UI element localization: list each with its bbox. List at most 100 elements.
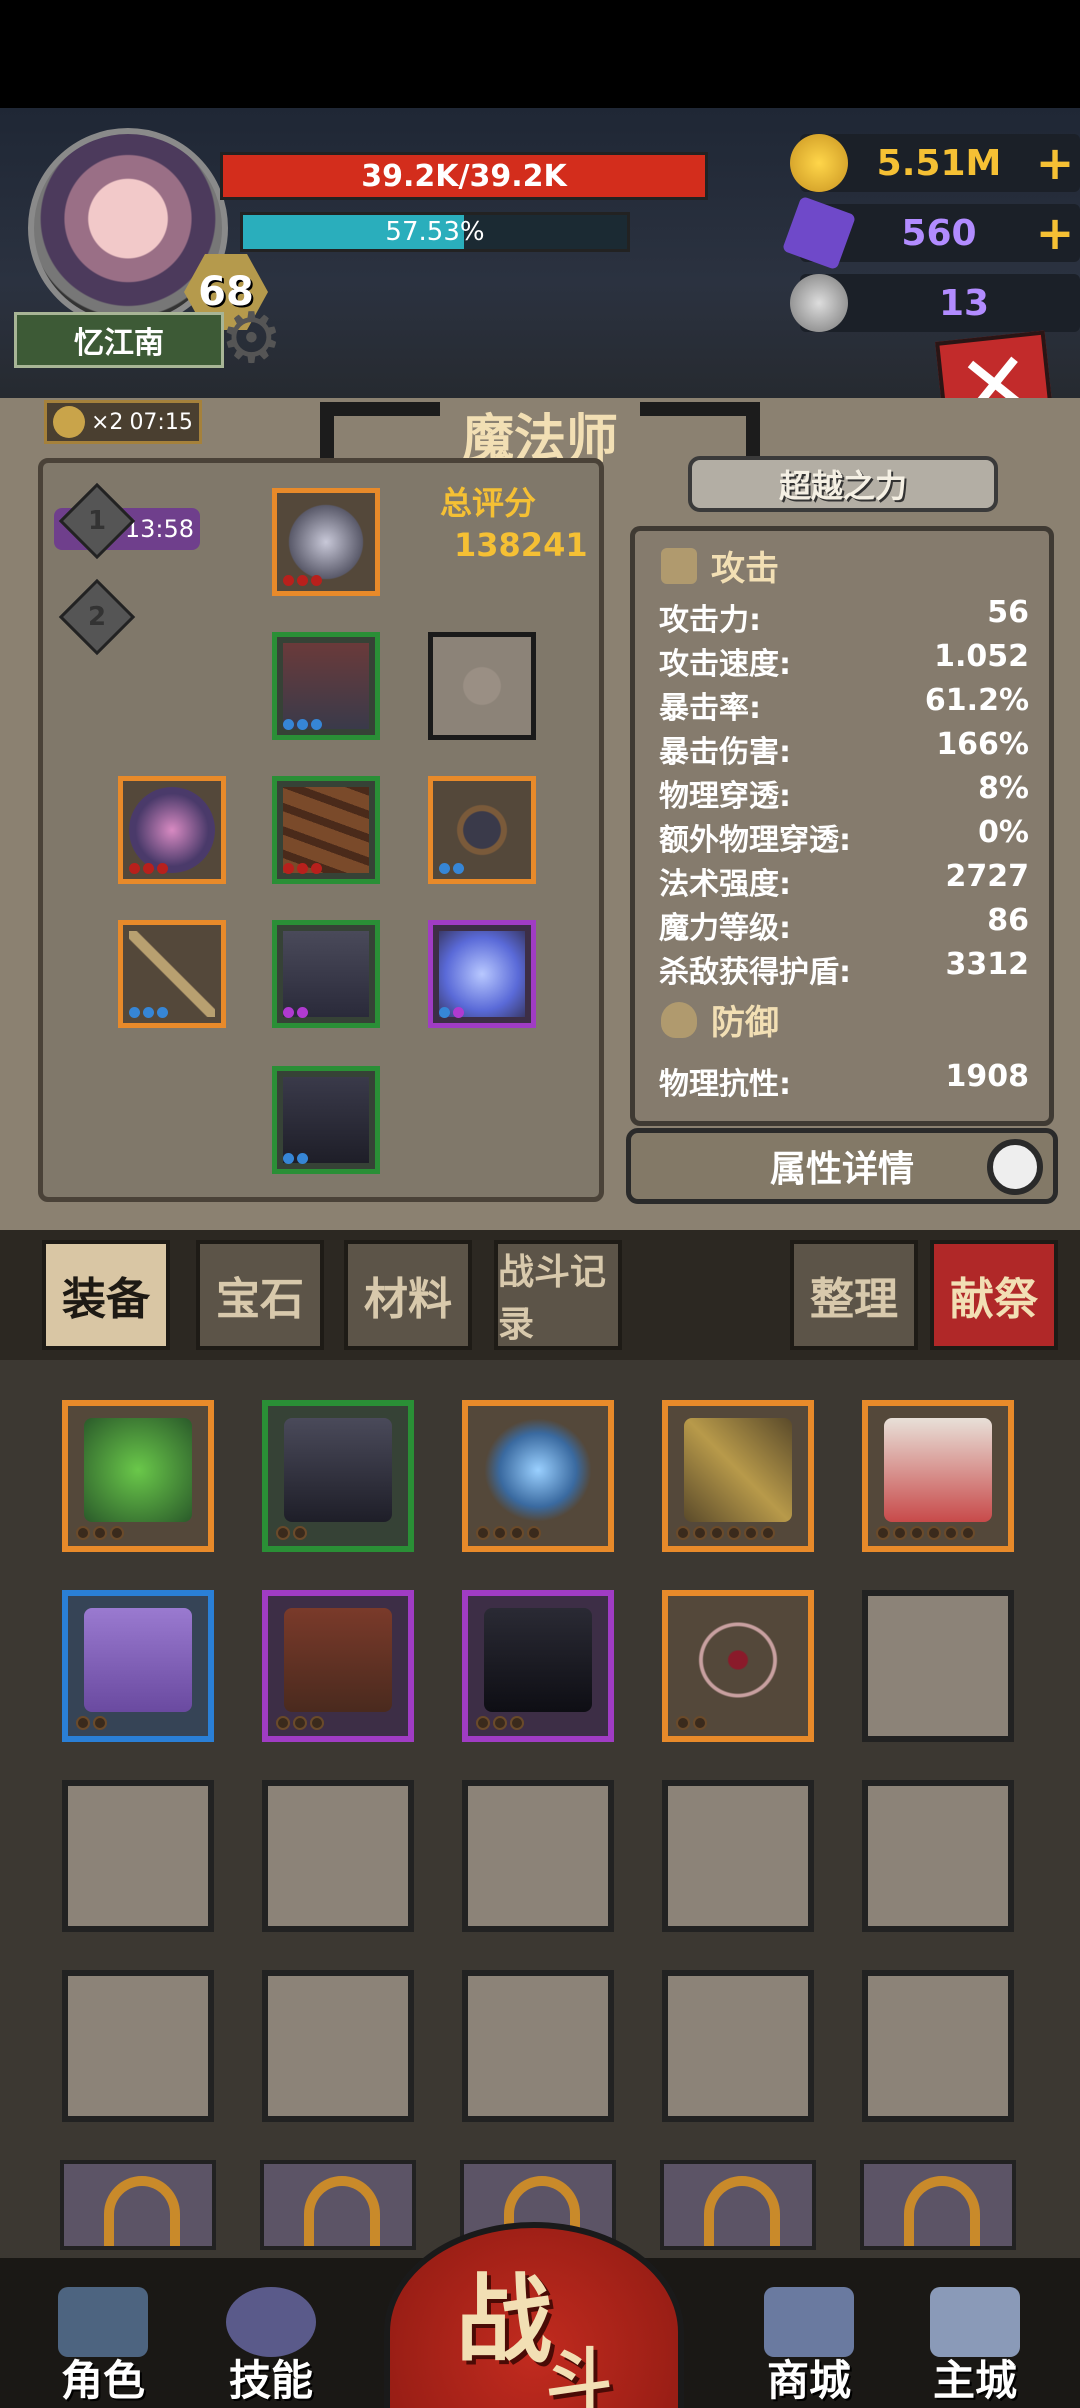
inventory-item[interactable]	[662, 1590, 814, 1742]
stat-row: 攻击速度: 1.052	[659, 639, 1029, 682]
empty-inventory-slot[interactable]	[462, 1970, 614, 2122]
empty-inventory-slot[interactable]	[862, 1970, 1014, 2122]
stat-row: 额外物理穿透: 0%	[659, 815, 1029, 858]
nav-character[interactable]: 角色	[28, 2278, 178, 2408]
equip-slot-belt[interactable]	[272, 776, 380, 884]
serpent-staff-icon	[684, 1418, 792, 1522]
padlock-icon	[904, 2176, 980, 2246]
equip-slot-necklace[interactable]	[428, 776, 536, 884]
sort-button[interactable]: 整理	[790, 1240, 918, 1350]
leg-armor-icon	[283, 931, 369, 1017]
empty-inventory-slot[interactable]	[662, 1970, 814, 2122]
equip-slot-empty[interactable]	[428, 632, 536, 740]
tab-battle-log[interactable]: 战斗记录	[494, 1240, 622, 1350]
mp-bar-text: 57.53%	[385, 217, 485, 247]
stat-row: 攻击力: 56	[659, 595, 1029, 638]
scroll-icon	[84, 1608, 192, 1712]
boots-icon	[284, 1418, 392, 1522]
buff-icon	[53, 406, 85, 438]
gold-coin-icon	[790, 134, 848, 192]
attack-section-title: 攻击	[661, 541, 779, 590]
shield-icon	[129, 787, 215, 873]
spellbook-icon	[84, 1418, 192, 1522]
empty-inventory-slot[interactable]	[262, 1970, 414, 2122]
empty-inventory-slot[interactable]	[862, 1590, 1014, 1742]
player-name: 忆江南	[14, 312, 224, 368]
equip-slot-boots[interactable]	[272, 1066, 380, 1174]
ram-skull-icon	[790, 274, 848, 332]
key-value: 13	[938, 282, 990, 324]
status-bar	[0, 0, 1080, 108]
mp-bar: 57.53%	[240, 212, 630, 252]
empty-slot-icon	[439, 643, 525, 729]
empty-inventory-slot[interactable]	[62, 1780, 214, 1932]
stat-row: 魔力等级: 86	[659, 903, 1029, 946]
equip-slot-charm[interactable]	[428, 920, 536, 1028]
padlock-icon	[304, 2176, 380, 2246]
crystal-charm-icon	[439, 931, 525, 1017]
padlock-icon	[704, 2176, 780, 2246]
inventory-item[interactable]	[662, 1400, 814, 1552]
locked-slot[interactable]	[860, 2160, 1016, 2250]
necklace-icon	[439, 787, 525, 873]
sacrifice-button[interactable]: 献祭	[930, 1240, 1058, 1350]
defense-section-title: 防御	[661, 995, 779, 1044]
tab-materials[interactable]: 材料	[344, 1240, 472, 1350]
total-score-value: 138241	[454, 526, 588, 564]
tab-equipment[interactable]: 装备	[42, 1240, 170, 1350]
locked-slot[interactable]	[660, 2160, 816, 2250]
stat-row: 暴击率: 61.2%	[659, 683, 1029, 726]
boots-icon	[283, 1077, 369, 1163]
equip-slot-legs[interactable]	[272, 920, 380, 1028]
nav-skills[interactable]: 技能	[196, 2278, 346, 2408]
inventory-item[interactable]	[862, 1400, 1014, 1552]
inventory-item[interactable]	[62, 1590, 214, 1742]
total-score-label: 总评分	[440, 484, 537, 522]
gold-value: 5.51M	[876, 142, 1002, 184]
buff-multiplier: ×2	[91, 409, 124, 435]
magnifier-icon	[987, 1139, 1043, 1195]
attribute-details-button[interactable]: 属性详情	[626, 1128, 1058, 1204]
empty-inventory-slot[interactable]	[62, 1970, 214, 2122]
equip-slot-armor[interactable]	[272, 632, 380, 740]
empty-inventory-slot[interactable]	[862, 1780, 1014, 1932]
nav-main-city[interactable]: 主城	[900, 2278, 1050, 2408]
add-gold-button[interactable]: +	[1030, 136, 1080, 190]
empty-inventory-slot[interactable]	[662, 1780, 814, 1932]
inventory-item[interactable]	[462, 1590, 614, 1742]
gold-counter: 5.51M +	[790, 134, 1080, 192]
equip-slot-offhand[interactable]	[118, 776, 226, 884]
equip-slot-helmet[interactable]	[272, 488, 380, 596]
top-header: 39.2K/39.2K 57.53% 68 ⚙ 忆江南 5.51M + 560 …	[0, 108, 1080, 442]
ice-staff-icon	[484, 1418, 592, 1522]
transcend-power-button[interactable]: 超越之力	[688, 456, 998, 512]
stat-row: 杀敌获得护盾: 3312	[659, 947, 1029, 990]
armor-icon	[283, 643, 369, 729]
gem-value: 560	[901, 212, 977, 254]
empty-inventory-slot[interactable]	[462, 1780, 614, 1932]
padlock-icon	[104, 2176, 180, 2246]
stat-row: 物理穿透: 8%	[659, 771, 1029, 814]
nav-shop[interactable]: 商城	[734, 2278, 884, 2408]
double-buff-badge[interactable]: ×2 07:15	[44, 400, 202, 444]
tab-gems[interactable]: 宝石	[196, 1240, 324, 1350]
locked-slot[interactable]	[60, 2160, 216, 2250]
add-gem-button[interactable]: +	[1030, 206, 1080, 260]
locked-slot[interactable]	[260, 2160, 416, 2250]
belt-icon	[283, 787, 369, 873]
buff-timer: 07:15	[129, 409, 193, 435]
empty-inventory-slot[interactable]	[262, 1780, 414, 1932]
inventory-item[interactable]	[262, 1400, 414, 1552]
inventory-item[interactable]	[462, 1400, 614, 1552]
stat-row: 暴击伤害: 166%	[659, 727, 1029, 770]
weapon-icon	[129, 931, 215, 1017]
stats-panel: 攻击 攻击力: 56 攻击速度: 1.052 暴击率: 61.2% 暴击伤害: 166%…	[630, 526, 1054, 1126]
inventory-item[interactable]	[62, 1400, 214, 1552]
hp-bar: 39.2K/39.2K	[220, 152, 708, 200]
character-panel: 魔法师 ×2 07:15 总评分 138241 13:58 1 2 超越之力 攻…	[0, 398, 1080, 1248]
crossed-swords-icon	[661, 547, 697, 584]
equip-slot-weapon[interactable]	[118, 920, 226, 1028]
inventory-item[interactable]	[262, 1590, 414, 1742]
gem-counter: 560 +	[781, 195, 1080, 271]
settings-gear-icon[interactable]: ⚙	[220, 298, 300, 378]
